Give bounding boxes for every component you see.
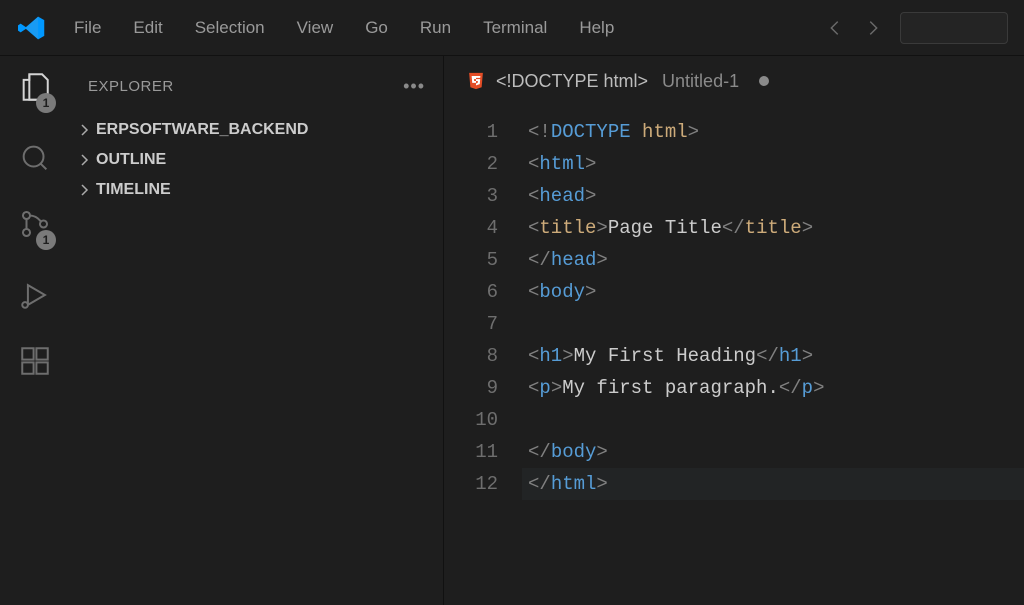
menu-right (824, 12, 1016, 44)
nav-back-icon[interactable] (824, 17, 846, 39)
line-number: 9 (444, 372, 498, 404)
command-center-search[interactable] (900, 12, 1008, 44)
line-number: 3 (444, 180, 498, 212)
line-number: 10 (444, 404, 498, 436)
explorer-sidebar: EXPLORER ••• ERPSOFTWARE_BACKEND OUTLINE… (70, 56, 444, 605)
sidebar-header: EXPLORER ••• (70, 70, 443, 115)
code-line[interactable]: <p>My first paragraph.</p> (522, 372, 1024, 404)
code-line[interactable]: </body> (522, 436, 1024, 468)
menu-file[interactable]: File (60, 12, 115, 44)
code-editor[interactable]: 123456789101112 <!DOCTYPE html><html><he… (444, 106, 1024, 605)
menu-items: File Edit Selection View Go Run Terminal… (60, 12, 628, 44)
chevron-right-icon (76, 182, 92, 198)
code-line[interactable]: <body> (522, 276, 1024, 308)
editor-tab-active[interactable]: <!DOCTYPE html> Untitled-1 (450, 56, 785, 106)
line-number: 2 (444, 148, 498, 180)
menu-view[interactable]: View (283, 12, 348, 44)
code-line[interactable]: <head> (522, 180, 1024, 212)
tab-language-label: <!DOCTYPE html> (496, 71, 648, 92)
activity-bar: 1 1 (0, 56, 70, 605)
line-number: 12 (444, 468, 498, 500)
code-line[interactable]: <!DOCTYPE html> (522, 116, 1024, 148)
main-content: 1 1 EXPLORER ••• ERPSOFTWARE_BACKEND (0, 56, 1024, 605)
code-line[interactable]: <title>Page Title</title> (522, 212, 1024, 244)
chevron-right-icon (76, 122, 92, 138)
line-number: 1 (444, 116, 498, 148)
unsaved-indicator-icon (759, 76, 769, 86)
tree-item-outline[interactable]: OUTLINE (70, 145, 443, 175)
vscode-logo-icon (18, 14, 46, 42)
source-control-badge: 1 (36, 230, 56, 250)
editor-tabs: <!DOCTYPE html> Untitled-1 (444, 56, 1024, 106)
code-line[interactable] (522, 308, 1024, 340)
menu-bar: File Edit Selection View Go Run Terminal… (0, 0, 1024, 56)
code-line[interactable]: <html> (522, 148, 1024, 180)
line-number: 5 (444, 244, 498, 276)
code-line[interactable]: </html> (522, 468, 1024, 500)
tab-filename: Untitled-1 (662, 71, 739, 92)
html5-icon (466, 71, 486, 91)
explorer-badge: 1 (36, 93, 56, 113)
menu-terminal[interactable]: Terminal (469, 12, 561, 44)
chevron-right-icon (76, 152, 92, 168)
tree-label: TIMELINE (96, 181, 171, 199)
extensions-icon[interactable] (18, 344, 52, 378)
menu-help[interactable]: Help (565, 12, 628, 44)
run-debug-icon[interactable] (18, 278, 52, 312)
menu-go[interactable]: Go (351, 12, 402, 44)
search-icon[interactable] (18, 141, 52, 175)
nav-forward-icon[interactable] (862, 17, 884, 39)
line-number: 4 (444, 212, 498, 244)
code-line[interactable]: </head> (522, 244, 1024, 276)
line-number: 6 (444, 276, 498, 308)
menu-run[interactable]: Run (406, 12, 465, 44)
line-gutter: 123456789101112 (444, 116, 522, 605)
tree-item-project[interactable]: ERPSOFTWARE_BACKEND (70, 115, 443, 145)
tree-item-timeline[interactable]: TIMELINE (70, 175, 443, 205)
code-content[interactable]: <!DOCTYPE html><html><head><title>Page T… (522, 116, 1024, 605)
sidebar-title: EXPLORER (88, 78, 174, 95)
sidebar-more-icon[interactable]: ••• (403, 76, 425, 97)
code-line[interactable]: <h1>My First Heading</h1> (522, 340, 1024, 372)
line-number: 7 (444, 308, 498, 340)
menu-edit[interactable]: Edit (119, 12, 176, 44)
menu-selection[interactable]: Selection (181, 12, 279, 44)
tree-label: ERPSOFTWARE_BACKEND (96, 121, 308, 139)
code-line[interactable] (522, 404, 1024, 436)
line-number: 8 (444, 340, 498, 372)
editor-area: <!DOCTYPE html> Untitled-1 1234567891011… (444, 56, 1024, 605)
line-number: 11 (444, 436, 498, 468)
tree-label: OUTLINE (96, 151, 166, 169)
